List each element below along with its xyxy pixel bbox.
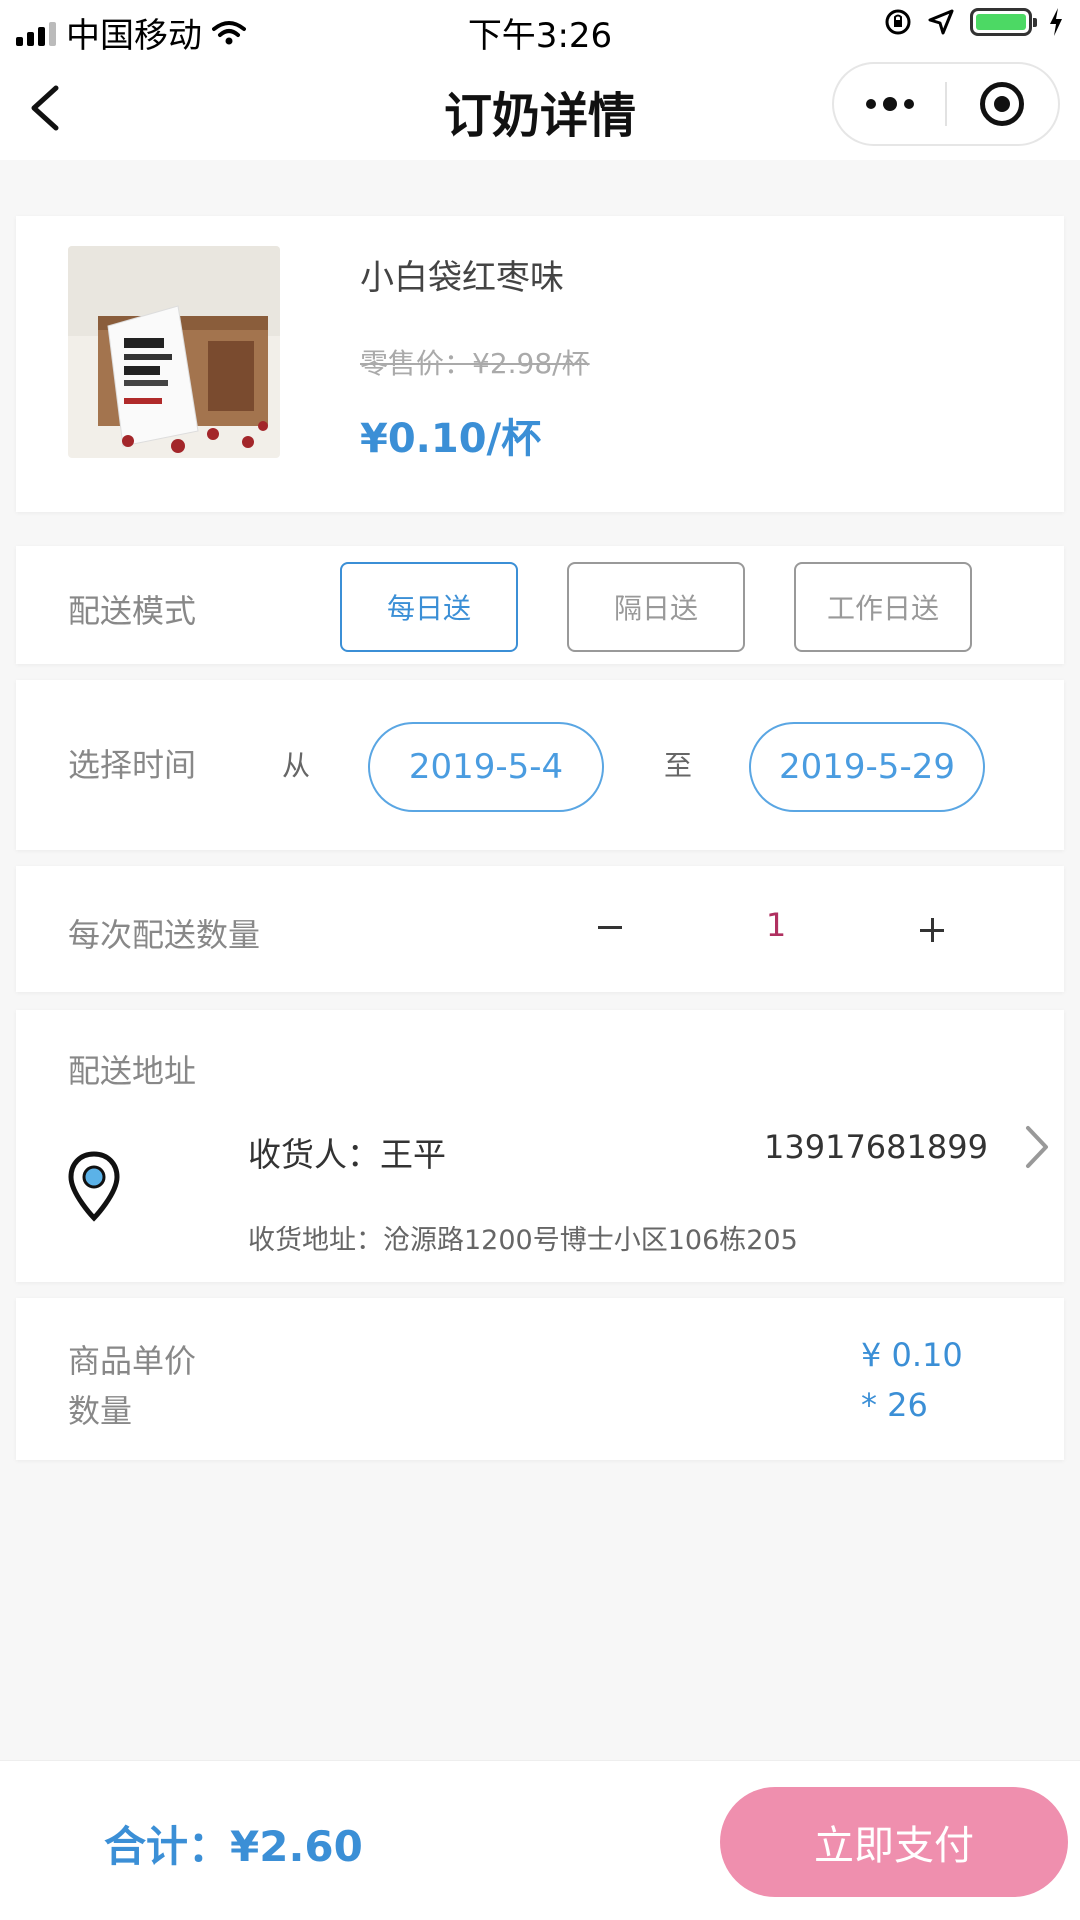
charging-icon — [1050, 8, 1062, 36]
status-right — [884, 8, 1064, 36]
quantity-card: 每次配送数量 1 — [16, 866, 1064, 992]
checkout-bar: 合计：¥2.60 立即支付 — [0, 1760, 1080, 1920]
unit-price-value: ¥ 0.10 — [861, 1336, 963, 1374]
product-price: ¥0.10/杯 — [360, 416, 542, 462]
from-label: 从 — [282, 749, 311, 782]
location-arrow-icon — [928, 9, 954, 35]
decrease-quantity-button[interactable] — [598, 926, 622, 929]
time-select-card: 选择时间 从 2019-5-4 至 2019-5-29 — [16, 680, 1064, 850]
quantity-value: 1 — [765, 906, 787, 944]
retail-price: 零售价：¥2.98/杯 — [360, 347, 590, 380]
address-detail: 收货地址：沧源路1200号博士小区106栋205 — [248, 1225, 798, 1256]
battery-icon — [970, 8, 1037, 36]
summary-quantity-label: 数量 — [68, 1392, 133, 1430]
mode-daily-button[interactable]: 每日送 — [340, 562, 518, 652]
nav-bar: 订奶详情 — [0, 56, 1080, 160]
end-date-picker[interactable]: 2019-5-29 — [749, 722, 985, 812]
location-pin-icon — [68, 1151, 120, 1222]
pay-now-button[interactable]: 立即支付 — [720, 1787, 1068, 1897]
mini-program-capsule — [832, 62, 1060, 146]
to-label: 至 — [664, 749, 693, 782]
delivery-mode-label: 配送模式 — [68, 592, 197, 630]
address-label: 配送地址 — [68, 1052, 197, 1090]
receiver-name: 收货人：王平 — [248, 1135, 446, 1174]
start-date-picker[interactable]: 2019-5-4 — [368, 722, 604, 812]
chevron-right-icon[interactable] — [1022, 1122, 1052, 1172]
product-name: 小白袋红枣味 — [360, 258, 564, 298]
unit-price-label: 商品单价 — [68, 1342, 197, 1380]
status-bar: 中国移动 下午3:26 — [0, 0, 1080, 56]
increase-quantity-button[interactable] — [912, 910, 952, 950]
price-summary-card: 商品单价 数量 ¥ 0.10 * 26 — [16, 1298, 1064, 1460]
rotation-lock-icon — [885, 9, 911, 35]
mode-workday-button[interactable]: 工作日送 — [794, 562, 972, 652]
more-options-icon[interactable] — [834, 64, 945, 144]
address-card[interactable]: 配送地址 收货人：王平 13917681899 收货地址：沧源路1200号博士小… — [16, 1010, 1064, 1282]
product-image — [68, 246, 280, 458]
summary-quantity-value: * 26 — [861, 1386, 928, 1424]
product-card: 小白袋红枣味 零售价：¥2.98/杯 ¥0.10/杯 — [16, 216, 1064, 512]
time-select-label: 选择时间 — [68, 746, 197, 784]
quantity-label: 每次配送数量 — [68, 916, 261, 954]
receiver-phone: 13917681899 — [764, 1128, 988, 1166]
mode-alternate-day-button[interactable]: 隔日送 — [567, 562, 745, 652]
close-mini-program-icon[interactable] — [947, 64, 1058, 144]
delivery-mode-card: 配送模式 每日送 隔日送 工作日送 — [16, 546, 1064, 664]
order-total: 合计：¥2.60 — [104, 1822, 363, 1871]
